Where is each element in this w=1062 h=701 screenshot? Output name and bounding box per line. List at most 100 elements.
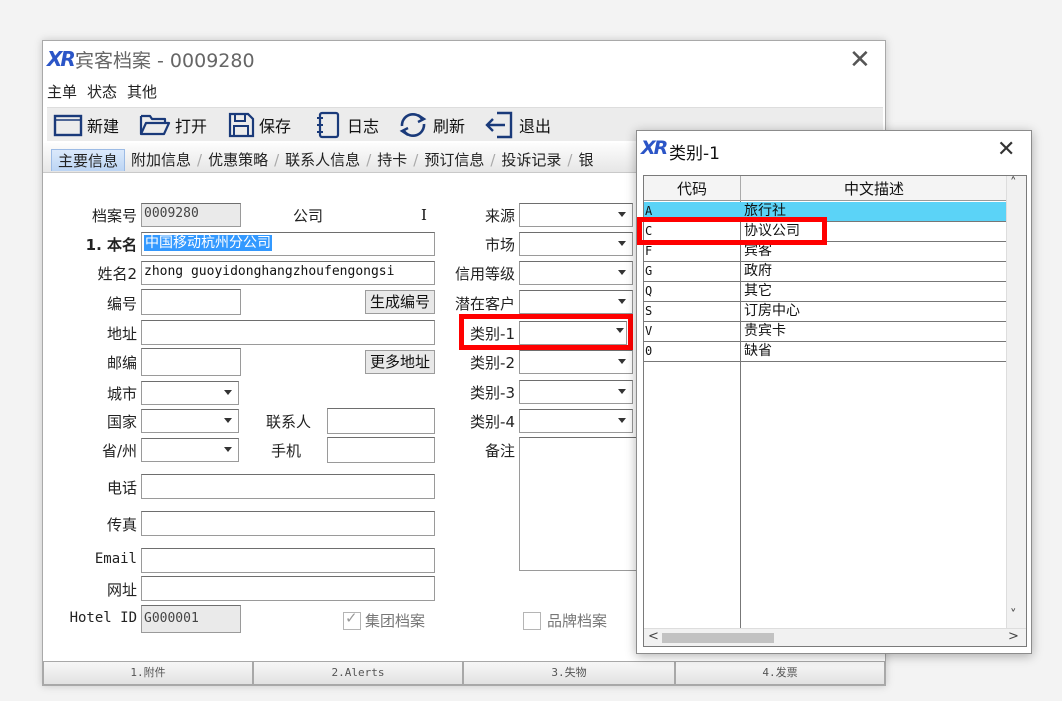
website-field[interactable] <box>141 576 435 601</box>
tab-separator: / <box>567 150 573 169</box>
company-label: 公司 <box>292 207 323 225</box>
archive-no-label: 档案号 <box>91 207 137 225</box>
tab-separator: / <box>490 150 496 169</box>
grid-row[interactable]: V 贵宾卡 <box>644 322 1006 342</box>
code-field[interactable] <box>141 289 241 315</box>
category1-select[interactable] <box>519 321 627 345</box>
name-value: 中国移动杭州分公司 <box>144 235 272 251</box>
zip-field[interactable] <box>141 348 241 376</box>
popup-close-button[interactable]: ✕ <box>997 137 1023 163</box>
menu-bar: 主单 状态 其他 <box>47 81 247 103</box>
generate-code-button[interactable]: 生成编号 <box>365 290 435 314</box>
grid-header-desc[interactable]: 中文描述 <box>742 178 1006 199</box>
menu-item-main[interactable]: 主单 <box>47 81 77 103</box>
code-grid: 代码 中文描述 A 旅行社 C 协议公司 F 宾客 G 政府 Q 其它 S 订房中心 V 贵宾… <box>643 175 1027 647</box>
row-code: G <box>645 264 653 278</box>
source-select[interactable] <box>519 203 633 227</box>
lost-found-button[interactable]: 3.失物 <box>463 661 675 685</box>
brand-archive-label: 品牌档案 <box>547 612 608 630</box>
market-select[interactable] <box>519 232 633 256</box>
tab-separator: / <box>413 150 419 169</box>
window-close-button[interactable]: ✕ <box>849 47 877 75</box>
name-field[interactable]: 中国移动杭州分公司 <box>141 232 435 256</box>
dropdown-arrow-icon <box>618 299 626 304</box>
zip-label: 邮编 <box>106 354 137 372</box>
fax-field[interactable] <box>141 511 435 536</box>
tab-main-info[interactable]: 主要信息 <box>51 148 126 171</box>
vertical-scrollbar[interactable]: ˄ ˅ <box>1006 176 1026 628</box>
exit-icon <box>485 111 513 139</box>
address-field[interactable] <box>141 320 435 345</box>
tab-reservation-info[interactable]: 预订信息 <box>424 149 484 170</box>
grid-row[interactable]: 0 缺省 <box>644 342 1006 362</box>
tab-extra-info[interactable]: 附加信息 <box>131 149 191 170</box>
menu-item-other[interactable]: 其他 <box>127 81 157 103</box>
fax-label: 传真 <box>106 516 137 534</box>
attachments-button[interactable]: 1.附件 <box>43 661 253 685</box>
category1-popup: XR 类别-1 ✕ 代码 中文描述 A 旅行社 C 协议公司 F 宾客 G 政府 Q 其它… <box>636 130 1032 654</box>
grid-row[interactable]: G 政府 <box>644 262 1006 282</box>
grid-row[interactable]: F 宾客 <box>644 242 1006 262</box>
grid-header-code[interactable]: 代码 <box>644 178 740 199</box>
country-select[interactable] <box>141 409 239 433</box>
company-flag: I <box>421 206 427 224</box>
save-button[interactable]: 保存 <box>227 111 291 139</box>
xr-logo-icon: XR <box>641 137 668 159</box>
potential-customer-label: 潜在客户 <box>454 295 515 313</box>
menu-item-status[interactable]: 状态 <box>87 81 117 103</box>
exit-button[interactable]: 退出 <box>483 111 551 139</box>
scroll-left-icon[interactable]: < <box>648 629 659 644</box>
row-desc: 缺省 <box>744 343 772 359</box>
mobile-field[interactable] <box>327 437 435 463</box>
row-code: 0 <box>645 344 653 358</box>
dropdown-arrow-icon <box>618 359 626 364</box>
invoice-button[interactable]: 4.发票 <box>675 661 885 685</box>
open-button[interactable]: 打开 <box>139 111 207 139</box>
group-archive-checkbox[interactable]: ✓ 集团档案 <box>343 609 426 631</box>
potential-customer-select[interactable] <box>519 290 633 314</box>
horizontal-scrollbar[interactable]: < > <box>644 628 1026 646</box>
hotel-id-field: G000001 <box>141 605 241 633</box>
tab-card[interactable]: 持卡 <box>377 149 407 170</box>
email-field[interactable] <box>141 548 435 573</box>
tab-complaints[interactable]: 投诉记录 <box>501 149 561 170</box>
province-select[interactable] <box>141 438 239 462</box>
name2-label: 姓名2 <box>97 265 137 283</box>
name2-field[interactable]: zhong guoyidonghangzhoufengongsi <box>141 261 435 285</box>
notebook-icon <box>317 111 340 139</box>
contact-field[interactable] <box>327 408 435 434</box>
grid-row[interactable]: S 订房中心 <box>644 302 1006 322</box>
category4-select[interactable] <box>519 409 633 433</box>
scroll-right-icon[interactable]: > <box>1008 629 1019 644</box>
tab-more[interactable]: 银 <box>578 149 593 170</box>
city-select[interactable] <box>141 381 239 405</box>
category1-label: 类别-1 <box>470 325 515 343</box>
group-archive-label: 集团档案 <box>365 612 426 630</box>
grid-row[interactable]: Q 其它 <box>644 282 1006 302</box>
alerts-button[interactable]: 2.Alerts <box>253 661 463 685</box>
phone-label: 电话 <box>106 479 137 497</box>
more-address-button[interactable]: 更多地址 <box>365 350 435 374</box>
dropdown-arrow-icon <box>224 418 232 423</box>
tab-contact-info[interactable]: 联系人信息 <box>285 149 360 170</box>
new-button[interactable]: 新建 <box>53 111 119 139</box>
refresh-icon <box>399 113 427 137</box>
remark-textarea[interactable] <box>519 437 637 571</box>
scroll-up-icon[interactable]: ˄ <box>1010 176 1017 191</box>
code-label: 编号 <box>106 295 137 313</box>
log-button[interactable]: 日志 <box>315 111 379 139</box>
open-folder-icon <box>139 114 171 136</box>
refresh-button[interactable]: 刷新 <box>397 111 465 139</box>
scroll-down-icon[interactable]: ˅ <box>1010 608 1017 623</box>
folder-icon <box>53 114 83 137</box>
category4-label: 类别-4 <box>470 413 515 431</box>
category2-select[interactable] <box>519 350 633 374</box>
brand-archive-checkbox[interactable]: 品牌档案 <box>523 610 607 631</box>
category3-select[interactable] <box>519 380 633 404</box>
horizontal-scroll-thumb[interactable] <box>662 633 774 643</box>
tab-discount-policy[interactable]: 优惠策略 <box>208 149 268 170</box>
remark-label: 备注 <box>484 442 515 460</box>
phone-field[interactable] <box>141 474 435 499</box>
credit-level-select[interactable] <box>519 261 633 285</box>
mobile-label: 手机 <box>270 442 301 460</box>
